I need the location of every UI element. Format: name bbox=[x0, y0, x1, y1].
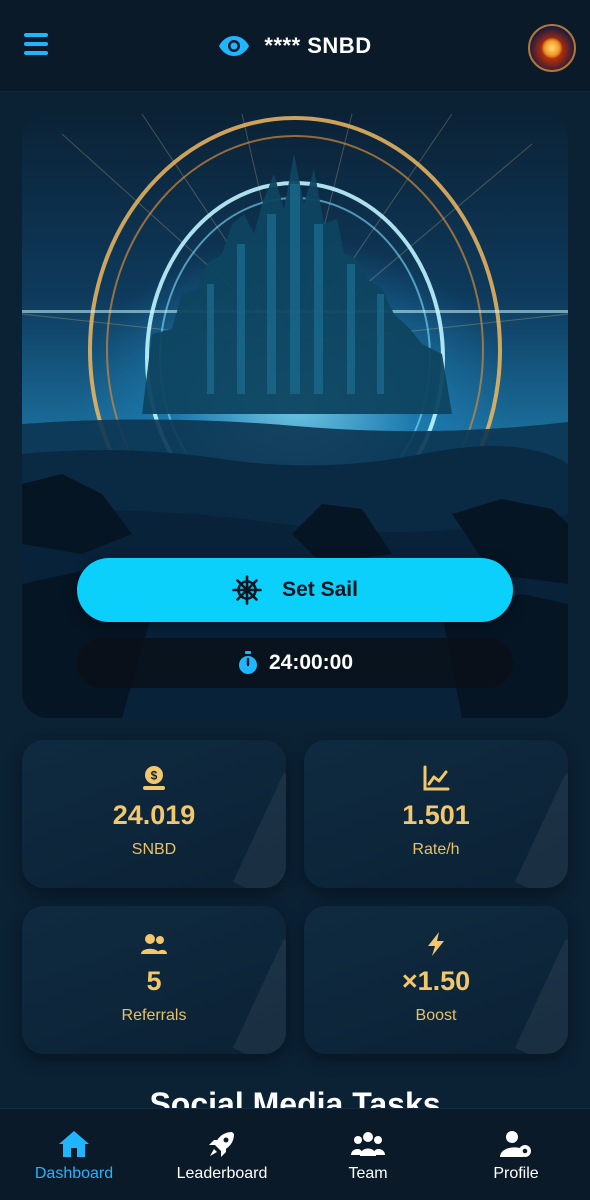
home-icon bbox=[59, 1131, 89, 1157]
nav-leaderboard-label: Leaderboard bbox=[176, 1165, 268, 1182]
nav-profile-label: Profile bbox=[493, 1165, 539, 1182]
sinbad-network-logo[interactable] bbox=[528, 24, 576, 72]
nav-team-label: Team bbox=[348, 1165, 388, 1182]
referrals-label: Referrals bbox=[121, 1007, 187, 1024]
user-gear-icon bbox=[500, 1131, 531, 1157]
balance-label: SNBD bbox=[131, 841, 177, 858]
countdown-timer: 24:00:00 bbox=[77, 638, 513, 688]
bottom-navigation: Dashboard Leaderboard Team Profile bbox=[0, 1108, 590, 1200]
set-sail-button[interactable]: Set Sail bbox=[77, 558, 513, 622]
balance-card: $ 24.019 SNBD bbox=[22, 740, 286, 888]
boost-label: Boost bbox=[415, 1007, 457, 1024]
referrals-value: 5 bbox=[146, 966, 162, 996]
eye-icon[interactable] bbox=[218, 35, 250, 57]
boost-card: ×1.50 Boost bbox=[304, 906, 568, 1054]
bolt-icon bbox=[428, 932, 444, 956]
users-icon bbox=[141, 934, 167, 954]
rate-value: 1.501 bbox=[402, 800, 470, 830]
top-bar: **** SNBD bbox=[0, 0, 590, 92]
stopwatch-icon bbox=[238, 651, 257, 674]
balance-header: **** SNBD bbox=[0, 28, 590, 64]
nav-dashboard[interactable]: Dashboard bbox=[4, 1121, 144, 1191]
nav-leaderboard[interactable]: Leaderboard bbox=[152, 1121, 292, 1191]
svg-text:$: $ bbox=[151, 769, 158, 783]
rate-label: Rate/h bbox=[412, 841, 460, 858]
masked-balance: **** SNBD bbox=[264, 33, 372, 58]
fantasy-city-illustration bbox=[22, 114, 568, 718]
nav-profile[interactable]: Profile bbox=[446, 1121, 586, 1191]
nav-team[interactable]: Team bbox=[298, 1121, 438, 1191]
referrals-card: 5 Referrals bbox=[22, 906, 286, 1054]
ship-wheel-icon bbox=[232, 575, 262, 605]
set-sail-label: Set Sail bbox=[282, 578, 358, 601]
rate-card: 1.501 Rate/h bbox=[304, 740, 568, 888]
rocket-icon bbox=[209, 1132, 234, 1157]
boost-value: ×1.50 bbox=[401, 966, 471, 996]
chart-line-icon bbox=[423, 765, 450, 791]
balance-value: 24.019 bbox=[112, 800, 196, 830]
coin-icon: $ bbox=[143, 766, 165, 790]
timer-value: 24:00:00 bbox=[268, 651, 354, 674]
nav-dashboard-label: Dashboard bbox=[34, 1165, 114, 1182]
team-icon bbox=[351, 1132, 385, 1156]
hero-banner: Set Sail 24:00:00 bbox=[22, 114, 568, 718]
